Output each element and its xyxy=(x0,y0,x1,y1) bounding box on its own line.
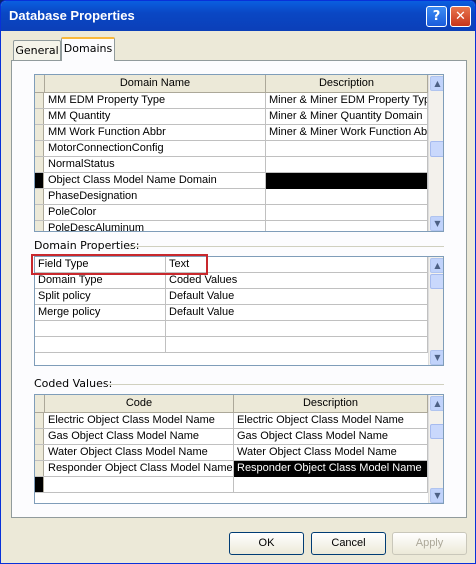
window-title: Database Properties xyxy=(9,8,135,23)
property-name-cell: Domain Type xyxy=(35,273,166,289)
coded-description-header[interactable]: Description xyxy=(234,395,428,413)
domain-description-cell: Miner & Miner Quantity Domain xyxy=(266,109,428,125)
tab-general[interactable]: General xyxy=(13,40,61,61)
coded-values-grid[interactable]: Code Description Electric Object Class M… xyxy=(34,394,444,504)
code-header[interactable]: Code xyxy=(45,395,234,413)
table-row[interactable]: Water Object Class Model Name Water Obje… xyxy=(35,445,428,461)
domain-name-cell: Object Class Model Name Domain xyxy=(45,173,266,189)
scroll-down-arrow-icon[interactable]: ▼ xyxy=(430,216,443,231)
code-cell: Water Object Class Model Name xyxy=(45,445,234,461)
section-divider xyxy=(129,246,444,247)
close-button[interactable]: ✕ xyxy=(450,6,471,27)
code-cell[interactable] xyxy=(45,477,234,493)
coded-values-label: Coded Values: xyxy=(34,377,113,390)
domains-vertical-scrollbar[interactable]: ▲ ▼ xyxy=(428,75,443,231)
domain-properties-label: Domain Properties: xyxy=(34,239,140,252)
domain-name-cell: MM Work Function Abbr xyxy=(45,125,266,141)
domain-name-cell: MotorConnectionConfig xyxy=(45,141,266,157)
domain-description-cell: Miner & Miner EDM Property Type xyxy=(266,93,428,109)
property-value-cell[interactable]: Coded Values xyxy=(166,273,428,289)
scrollbar-thumb[interactable] xyxy=(430,424,443,439)
table-row[interactable]: NormalStatus xyxy=(35,157,428,173)
property-name-cell xyxy=(35,337,166,353)
table-row-new[interactable] xyxy=(35,477,428,493)
table-row-selected[interactable]: Object Class Model Name Domain xyxy=(35,173,428,189)
property-value-cell[interactable] xyxy=(166,321,428,337)
domain-description-header[interactable]: Description xyxy=(266,75,428,93)
table-row[interactable] xyxy=(35,321,428,337)
coded-values-vertical-scrollbar[interactable]: ▲ ▼ xyxy=(428,395,443,503)
domain-name-cell: NormalStatus xyxy=(45,157,266,173)
property-name-cell: Split policy xyxy=(35,289,166,305)
section-divider xyxy=(107,384,444,385)
table-row[interactable]: Electric Object Class Model Name Electri… xyxy=(35,413,428,429)
coded-description-cell-selected[interactable]: Responder Object Class Model Name xyxy=(234,461,428,477)
database-properties-dialog: Database Properties ? ✕ General Domains … xyxy=(0,0,476,564)
domain-name-header[interactable]: Domain Name xyxy=(45,75,266,93)
property-value-cell[interactable]: Default Value xyxy=(166,305,428,321)
domain-description-cell: Miner & Miner Work Function Abbreviation xyxy=(266,125,428,141)
title-bar[interactable]: Database Properties ? ✕ xyxy=(1,1,475,31)
scroll-up-arrow-icon[interactable]: ▲ xyxy=(430,258,443,273)
domain-name-cell: MM EDM Property Type xyxy=(45,93,266,109)
row-selector-header xyxy=(35,75,45,93)
property-value-cell[interactable]: Default Value xyxy=(166,289,428,305)
property-value-cell[interactable] xyxy=(166,337,428,353)
domain-description-cell xyxy=(266,141,428,157)
domain-name-cell: PoleColor xyxy=(45,205,266,221)
domain-name-cell: PhaseDesignation xyxy=(45,189,266,205)
table-row[interactable]: PoleDescAluminum xyxy=(35,221,428,231)
domains-grid[interactable]: Domain Name Description MM EDM Property … xyxy=(34,74,444,232)
scrollbar-thumb[interactable] xyxy=(430,141,443,157)
code-cell: Gas Object Class Model Name xyxy=(45,429,234,445)
table-row[interactable]: Merge policy Default Value xyxy=(35,305,428,321)
scroll-up-arrow-icon[interactable]: ▲ xyxy=(430,396,443,411)
domain-description-cell xyxy=(266,221,428,231)
property-name-cell xyxy=(35,321,166,337)
table-row[interactable]: PhaseDesignation xyxy=(35,189,428,205)
domain-name-cell: PoleDescAluminum xyxy=(45,221,266,231)
table-row[interactable]: MM Work Function Abbr Miner & Miner Work… xyxy=(35,125,428,141)
table-row[interactable]: MM EDM Property Type Miner & Miner EDM P… xyxy=(35,93,428,109)
table-row[interactable]: Domain Type Coded Values xyxy=(35,273,428,289)
code-cell: Responder Object Class Model Name xyxy=(45,461,234,477)
tab-domains[interactable]: Domains xyxy=(61,37,115,61)
coded-description-cell: Water Object Class Model Name xyxy=(234,445,428,461)
domain-name-cell: MM Quantity xyxy=(45,109,266,125)
properties-vertical-scrollbar[interactable]: ▲ ▼ xyxy=(428,257,443,365)
table-row-selected[interactable]: Responder Object Class Model Name Respon… xyxy=(35,461,428,477)
scroll-down-arrow-icon[interactable]: ▼ xyxy=(430,350,443,365)
domain-description-cell xyxy=(266,189,428,205)
coded-description-cell: Electric Object Class Model Name xyxy=(234,413,428,429)
cancel-button[interactable]: Cancel xyxy=(311,532,386,555)
domain-description-cell xyxy=(266,157,428,173)
table-row[interactable]: Split policy Default Value xyxy=(35,289,428,305)
code-cell: Electric Object Class Model Name xyxy=(45,413,234,429)
ok-button[interactable]: OK xyxy=(229,532,304,555)
coded-description-cell: Gas Object Class Model Name xyxy=(234,429,428,445)
field-type-highlight-box xyxy=(31,254,208,275)
table-row[interactable]: MM Quantity Miner & Miner Quantity Domai… xyxy=(35,109,428,125)
domain-description-cell xyxy=(266,205,428,221)
coded-description-cell[interactable] xyxy=(234,477,428,493)
property-name-cell: Merge policy xyxy=(35,305,166,321)
table-row[interactable] xyxy=(35,337,428,353)
apply-button[interactable]: Apply xyxy=(392,532,467,555)
scroll-up-arrow-icon[interactable]: ▲ xyxy=(430,76,443,91)
table-row[interactable]: Gas Object Class Model Name Gas Object C… xyxy=(35,429,428,445)
domain-description-cell-selected[interactable] xyxy=(266,173,428,189)
scroll-down-arrow-icon[interactable]: ▼ xyxy=(430,488,443,503)
table-row[interactable]: MotorConnectionConfig xyxy=(35,141,428,157)
help-button[interactable]: ? xyxy=(426,6,447,27)
table-row[interactable]: PoleColor xyxy=(35,205,428,221)
row-selector-header xyxy=(35,395,45,413)
scrollbar-thumb[interactable] xyxy=(430,274,443,289)
